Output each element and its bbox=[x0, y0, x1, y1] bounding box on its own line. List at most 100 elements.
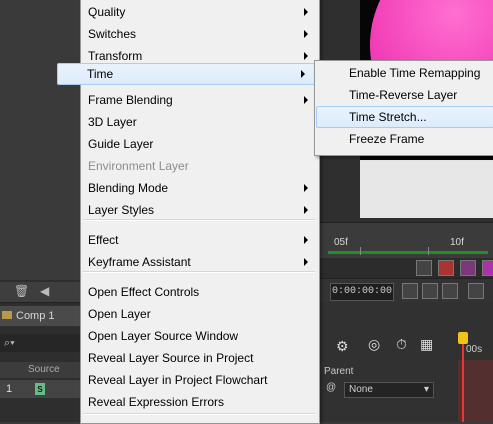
menu-item-label: Open Effect Controls bbox=[88, 285, 200, 299]
menu-item-label: Blending Mode bbox=[88, 181, 169, 195]
trash-icon[interactable]: 🗑 bbox=[14, 284, 29, 298]
menu-item-freeze-frame[interactable]: Freeze Frame bbox=[316, 128, 493, 150]
menu-item-keyframe-assistant[interactable]: Keyframe Assistant bbox=[83, 251, 315, 273]
menu-item-label: Keyframe Assistant bbox=[88, 255, 191, 269]
scroll-left-icon[interactable]: ◀ bbox=[40, 284, 49, 298]
menu-item-label: Quality bbox=[88, 5, 126, 19]
menu-item-time[interactable]: Time bbox=[57, 63, 315, 85]
submenu-arrow-icon bbox=[304, 236, 308, 244]
menu-item-time-reverse-layer[interactable]: Time-Reverse Layer bbox=[316, 84, 493, 106]
parent-value: None bbox=[349, 384, 373, 395]
viewer-toolbar bbox=[318, 258, 493, 278]
graph-editor-icon[interactable]: ⚙ bbox=[336, 338, 349, 355]
timeline-right-panel: ⚙ ◎ ⏱ ▦ 00s Parent @ None ▾ bbox=[318, 302, 493, 422]
ruler-label-10f: 10f bbox=[450, 237, 464, 248]
menu-item-layer-styles[interactable]: Layer Styles bbox=[83, 199, 315, 221]
menu-item-reveal-layer-in-project-flowchart[interactable]: Reveal Layer in Project Flowchart bbox=[83, 369, 315, 391]
menu-item-effect[interactable]: Effect bbox=[83, 229, 315, 251]
stopwatch-icon[interactable]: ⏱ bbox=[396, 336, 407, 353]
menu-item-open-layer-source-window[interactable]: Open Layer Source Window bbox=[83, 325, 315, 347]
menu-separator bbox=[83, 219, 315, 221]
menu-item-blending-mode[interactable]: Blending Mode bbox=[83, 177, 315, 199]
playhead-handle[interactable] bbox=[458, 332, 468, 344]
playhead-line bbox=[462, 344, 464, 422]
menu-item-label: Time Stretch... bbox=[349, 110, 427, 124]
source-header: Source bbox=[28, 364, 60, 375]
tab-comp-1[interactable]: Comp 1 bbox=[0, 306, 80, 326]
frame-blend-icon[interactable]: ▦ bbox=[420, 336, 433, 353]
menu-item-time-stretch[interactable]: Time Stretch... bbox=[316, 106, 493, 128]
pickwhip-icon[interactable]: @ bbox=[326, 382, 336, 393]
menu-item-reveal-expression-errors[interactable]: Reveal Expression Errors bbox=[83, 391, 315, 413]
layer-search[interactable]: ⌕▾ bbox=[0, 334, 80, 352]
menu-item-label: Time bbox=[87, 67, 114, 81]
draft-icon[interactable] bbox=[482, 260, 493, 276]
menu-item-3d-layer[interactable]: 3D Layer bbox=[83, 111, 315, 133]
submenu-arrow-icon bbox=[304, 206, 308, 214]
parent-header: Parent bbox=[324, 366, 354, 377]
menu-item-label: Reveal Layer Source in Project bbox=[88, 351, 254, 365]
ruler-tick bbox=[360, 247, 361, 255]
layer-icon[interactable] bbox=[460, 260, 476, 276]
time-submenu: Enable Time Remapping Time-Reverse Layer… bbox=[314, 60, 493, 156]
menu-separator bbox=[83, 271, 315, 273]
render-floor bbox=[360, 160, 493, 218]
layer-row[interactable]: 1 s bbox=[0, 380, 80, 398]
timecode-display[interactable]: 0:00:00:00 bbox=[330, 283, 394, 301]
menu-item-label: Layer Styles bbox=[88, 203, 155, 217]
submenu-arrow-icon bbox=[304, 8, 308, 16]
menu-item-guide-layer[interactable]: Guide Layer bbox=[83, 133, 315, 155]
viewer-controls: 0:00:00:00 bbox=[318, 278, 493, 303]
layer-context-menu: Quality Switches Transform Time Frame Bl… bbox=[57, 0, 320, 424]
layer-number: 1 bbox=[6, 383, 13, 395]
menu-item-open-effect-controls[interactable]: Open Effect Controls bbox=[83, 281, 315, 303]
motion-blur-icon[interactable] bbox=[416, 260, 432, 276]
menu-separator bbox=[83, 413, 315, 415]
color-icon[interactable] bbox=[442, 283, 458, 299]
search-icon: ⌕▾ bbox=[4, 337, 15, 349]
ruler-label-05f: 05f bbox=[334, 237, 348, 248]
submenu-arrow-icon bbox=[304, 30, 308, 38]
menu-item-label: 3D Layer bbox=[88, 115, 137, 129]
current-time-indicator[interactable] bbox=[458, 332, 468, 422]
menu-item-frame-blending[interactable]: Frame Blending bbox=[83, 89, 315, 111]
submenu-arrow-icon bbox=[301, 70, 305, 78]
submenu-arrow-icon bbox=[304, 258, 308, 266]
menu-item-label: Frame Blending bbox=[88, 93, 173, 107]
menu-item-label: Freeze Frame bbox=[349, 132, 425, 146]
preview-icon[interactable] bbox=[438, 260, 454, 276]
menu-item-label: Effect bbox=[88, 233, 119, 247]
comp-tab-label: Comp 1 bbox=[16, 310, 55, 322]
camera-icon[interactable] bbox=[402, 283, 418, 299]
submenu-arrow-icon bbox=[304, 96, 308, 104]
menu-item-label: Environment Layer bbox=[88, 159, 189, 173]
time-ruler[interactable]: 05f 10f bbox=[318, 222, 493, 259]
menu-item-label: Reveal Expression Errors bbox=[88, 395, 225, 409]
menu-item-reveal-layer-source-in-project[interactable]: Reveal Layer Source in Project bbox=[83, 347, 315, 369]
menu-item-label: Guide Layer bbox=[88, 137, 154, 151]
work-area-bar[interactable] bbox=[328, 251, 488, 254]
region-icon[interactable] bbox=[468, 283, 484, 299]
menu-item-enable-time-remapping[interactable]: Enable Time Remapping bbox=[316, 62, 493, 84]
menu-item-label: Reveal Layer in Project Flowchart bbox=[88, 373, 268, 387]
chevron-down-icon: ▾ bbox=[423, 384, 429, 395]
menu-item-environment-layer: Environment Layer bbox=[83, 155, 315, 177]
layer-column-header: Source bbox=[0, 362, 80, 378]
menu-item-quality[interactable]: Quality bbox=[83, 1, 315, 23]
parent-dropdown[interactable]: None ▾ bbox=[344, 382, 434, 398]
project-toolbar: 🗑 ◀ bbox=[0, 282, 80, 303]
menu-item-switches[interactable]: Switches bbox=[83, 23, 315, 45]
submenu-arrow-icon bbox=[304, 184, 308, 192]
submenu-arrow-icon bbox=[304, 52, 308, 60]
menu-item-label: Open Layer Source Window bbox=[88, 329, 239, 343]
ruler-tick bbox=[428, 247, 429, 255]
draft-3d-icon[interactable]: ◎ bbox=[368, 336, 380, 353]
menu-item-open-layer[interactable]: Open Layer bbox=[83, 303, 315, 325]
timeline-time-label: 00s bbox=[466, 344, 483, 355]
channel-icon[interactable] bbox=[422, 283, 438, 299]
menu-item-label: Time-Reverse Layer bbox=[349, 88, 458, 102]
menu-item-label: Switches bbox=[88, 27, 137, 41]
menu-item-label: Enable Time Remapping bbox=[349, 66, 481, 80]
menu-item-label: Open Layer bbox=[88, 307, 151, 321]
comp-color-swatch bbox=[2, 311, 12, 319]
